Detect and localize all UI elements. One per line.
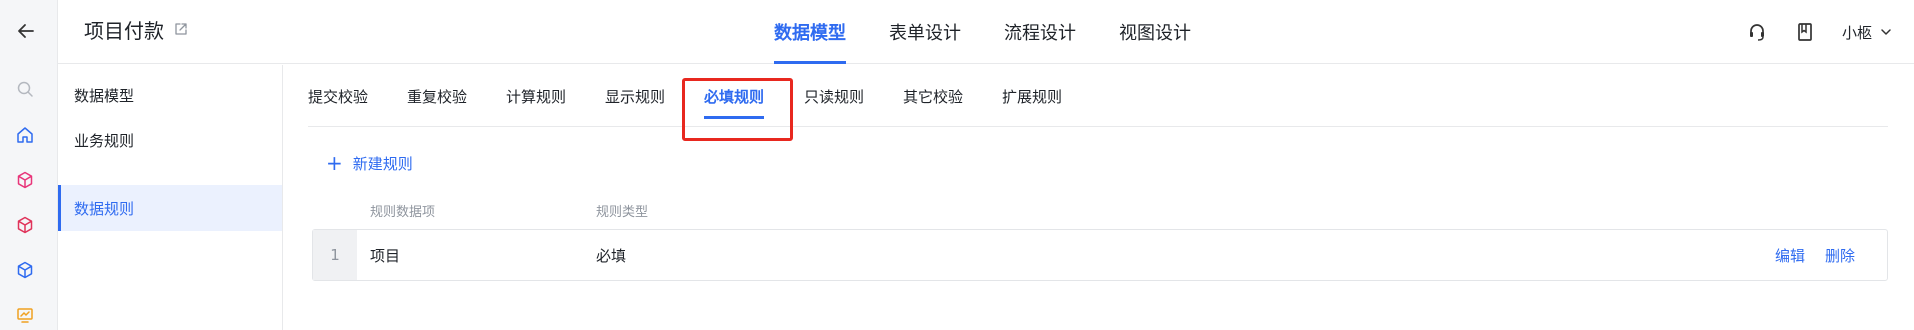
row-index: 1 bbox=[313, 230, 357, 280]
back-arrow-icon[interactable] bbox=[14, 19, 38, 43]
icon-rail bbox=[0, 0, 58, 330]
column-header-data-item: 规则数据项 bbox=[370, 205, 436, 220]
tab-submit-validation[interactable]: 提交校验 bbox=[308, 65, 368, 127]
sidenav-item-data-rules[interactable]: 数据规则 bbox=[58, 185, 282, 231]
tab-extension-rules[interactable]: 扩展规则 bbox=[1002, 65, 1062, 127]
book-icon[interactable] bbox=[1794, 21, 1816, 43]
search-icon[interactable] bbox=[14, 78, 36, 100]
sidenav-item-business-rules[interactable]: 业务规则 bbox=[58, 117, 282, 163]
side-nav: 数据模型 业务规则 数据规则 bbox=[58, 65, 283, 330]
top-header: 项目付款 数据模型 表单设计 流程设计 视图设计 小柩 bbox=[58, 0, 1914, 64]
tab-duplicate-validation[interactable]: 重复校验 bbox=[407, 65, 467, 127]
home-icon[interactable] bbox=[14, 124, 36, 146]
top-tabs: 数据模型 表单设计 流程设计 视图设计 bbox=[774, 0, 1234, 64]
tab-other-validation[interactable]: 其它校验 bbox=[903, 65, 963, 127]
cube-red-icon[interactable] bbox=[14, 214, 36, 236]
edit-button[interactable]: 编辑 bbox=[1775, 230, 1805, 280]
table-row: 1 项目 必填 编辑 删除 bbox=[312, 229, 1888, 281]
tab-form-design[interactable]: 表单设计 bbox=[889, 0, 961, 64]
tab-data-model[interactable]: 数据模型 bbox=[774, 0, 846, 64]
sidenav-item-data-model[interactable]: 数据模型 bbox=[58, 72, 282, 118]
app-title: 项目付款 bbox=[84, 19, 164, 43]
row-rule-type: 必填 bbox=[596, 246, 627, 265]
tab-flow-design[interactable]: 流程设计 bbox=[1004, 0, 1076, 64]
tab-display-rules[interactable]: 显示规则 bbox=[605, 65, 665, 127]
chevron-down-icon[interactable] bbox=[1880, 26, 1892, 38]
plus-icon: + bbox=[326, 151, 343, 175]
rule-tabs: 提交校验 重复校验 计算规则 显示规则 必填规则 只读规则 其它校验 扩展规则 bbox=[308, 65, 1888, 127]
header-right: 小柩 bbox=[1746, 0, 1892, 64]
user-name[interactable]: 小柩 bbox=[1842, 22, 1872, 43]
cube-blue-icon[interactable] bbox=[14, 259, 36, 281]
row-data-item: 项目 bbox=[370, 246, 401, 265]
tab-required-rules[interactable]: 必填规则 bbox=[704, 65, 765, 127]
delete-button[interactable]: 删除 bbox=[1825, 230, 1855, 280]
tab-calculation-rules[interactable]: 计算规则 bbox=[506, 65, 566, 127]
cube-pink-icon[interactable] bbox=[14, 169, 36, 191]
tab-view-design[interactable]: 视图设计 bbox=[1119, 0, 1191, 64]
monitor-chart-icon[interactable] bbox=[14, 304, 36, 326]
active-tab-underline bbox=[704, 116, 765, 119]
headset-icon[interactable] bbox=[1746, 21, 1768, 43]
tab-readonly-rules[interactable]: 只读规则 bbox=[804, 65, 864, 127]
new-rule-button[interactable]: + 新建规则 bbox=[326, 151, 413, 175]
external-link-icon[interactable] bbox=[174, 22, 188, 36]
new-rule-label: 新建规则 bbox=[352, 154, 413, 173]
column-header-rule-type: 规则类型 bbox=[596, 205, 649, 220]
tab-required-rules-label: 必填规则 bbox=[704, 87, 765, 106]
